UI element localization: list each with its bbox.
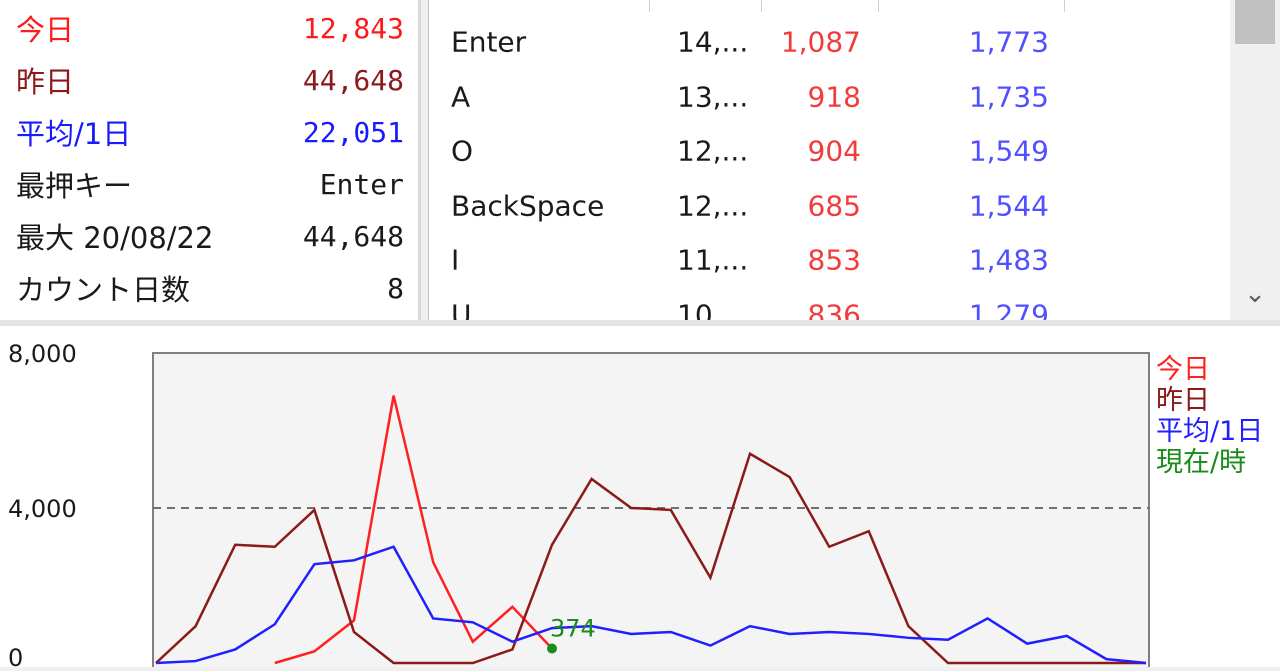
key-total: 11,... [677,243,749,277]
legend-entry: 昨日 [1156,385,1210,416]
stat-value: 44,648 [302,219,404,253]
stat-row: 今日 12,843 [16,2,404,54]
key-row[interactable]: I 11,... 853 1,483 [429,233,1229,287]
key-row[interactable]: A 13,... 918 1,735 [429,70,1229,124]
key-total: 12,... [677,134,749,168]
stat-row: 平均/1日 22,051 [16,106,404,158]
scroll-down-button[interactable]: ⌄ [1230,274,1280,314]
stat-value: 8 [387,271,404,305]
data-label: 374 [550,615,596,643]
y-tick-label: 0 [8,644,23,667]
stat-label: 最押キー [16,169,133,203]
stat-value: Enter [319,167,404,201]
legend-entry: 今日 [1156,354,1210,385]
stat-label: 平均/1日 [16,117,132,151]
stats-panel: 今日 12,843 昨日 44,648 平均/1日 22,051 最押キー Enter 最大 2… [0,0,421,320]
key-total: 13,... [677,80,749,113]
key-ranking-list[interactable]: Enter 14,... 1,087 1,773 A 13,... 918 1,735 O 12,… [428,0,1280,320]
legend-entry: 平均/1日 [1156,416,1263,447]
key-total: 10,... [677,298,749,320]
legend-entry: 現在/時 [1156,447,1246,478]
key-name: Enter [451,25,527,59]
vertical-scrollbar[interactable]: ⌄ [1230,0,1280,320]
stat-row: 最大 20/08/22 44,648 [16,210,404,262]
stat-label: 最大 20/08/22 [16,221,214,255]
key-average: 1,544 [968,189,1049,222]
key-name: O [451,134,474,168]
stat-label: 昨日 [16,65,75,99]
key-row[interactable]: Enter 14,... 1,087 1,773 [429,15,1229,69]
stat-label: 今日 [16,13,75,47]
key-today-count: 918 [807,80,861,113]
column-divider[interactable] [761,0,762,12]
stat-value: 12,843 [302,11,404,45]
y-tick-label: 8,000 [8,340,77,368]
key-average: 1,279 [968,298,1049,320]
key-today-count: 1,087 [780,25,861,59]
key-today-count: 685 [807,189,861,222]
key-row[interactable]: BackSpace 12,... 685 1,544 [429,179,1229,233]
column-divider[interactable] [1064,0,1065,12]
y-tick-label: 4,000 [8,495,77,523]
key-row[interactable]: U 10,... 836 1,279 [429,288,1229,320]
stat-row: 昨日 44,648 [16,54,404,106]
stat-row: 最押キー Enter [16,158,404,210]
hourly-chart-panel: 8,000 4,000 0 374 今日 昨日 平均/1日 現在/時 [0,326,1280,671]
key-total: 12,... [677,189,749,222]
key-today-count: 853 [807,243,861,277]
stat-row: カウント日数 8 [16,262,404,314]
key-average: 1,773 [968,25,1049,59]
hourly-keystroke-chart: 8,000 4,000 0 374 今日昨日平均/1日現在/時 [8,340,1263,671]
key-today-count: 836 [807,298,861,320]
key-today-count: 904 [807,134,861,168]
stat-label: カウント日数 [16,273,191,307]
chevron-down-icon: ⌄ [1244,279,1266,309]
key-average: 1,483 [968,243,1049,277]
stat-value: 44,648 [302,63,404,97]
key-row[interactable]: O 12,... 904 1,549 [429,124,1229,178]
key-average: 1,735 [968,80,1049,113]
column-divider[interactable] [878,0,879,12]
stat-value: 22,051 [302,115,404,149]
key-name: U [451,298,472,320]
column-divider[interactable] [649,0,650,12]
current-hour-point [547,643,557,654]
key-average: 1,549 [968,134,1049,168]
scrollbar-thumb[interactable] [1235,0,1275,44]
key-name: A [451,80,471,113]
key-total: 14,... [677,25,749,59]
key-name: I [451,243,460,277]
key-name: BackSpace [451,189,605,222]
